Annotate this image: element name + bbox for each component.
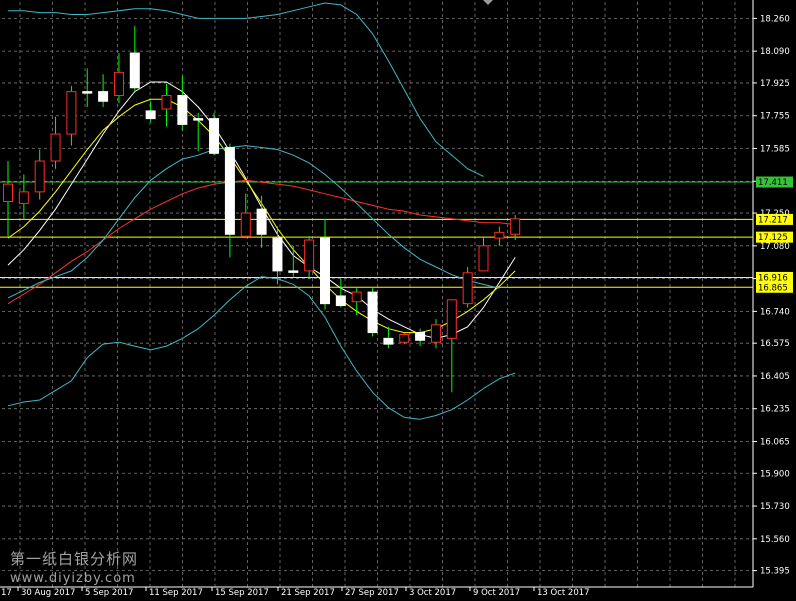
- candle-body: [272, 237, 283, 272]
- watermark: 第一纸白银分析网 www.diyizby.com: [10, 549, 138, 589]
- x-tick-label: 17: [1, 588, 12, 598]
- watermark-url: www.diyizby.com: [10, 571, 136, 586]
- candle: [367, 288, 378, 337]
- candle-body: [430, 324, 441, 343]
- candle-body: [446, 299, 457, 339]
- candle-body: [320, 237, 330, 305]
- candle-body: [66, 91, 77, 135]
- candle-body: [399, 333, 410, 343]
- candle-body: [494, 231, 505, 239]
- candle-body: [240, 212, 251, 237]
- price-tag-label: 17.125: [758, 233, 788, 243]
- y-tick-label: 18.090: [760, 47, 790, 57]
- candle-body: [415, 332, 426, 341]
- x-tick-label: 21 Sep 2017: [281, 588, 335, 598]
- candle-body: [224, 147, 235, 235]
- candle-body: [98, 91, 109, 102]
- candle-body: [113, 71, 124, 96]
- candle-body: [34, 160, 45, 193]
- candle: [209, 112, 220, 156]
- candle-body: [351, 291, 362, 303]
- candle-body: [510, 218, 521, 235]
- candle-body: [193, 118, 204, 121]
- candle-body: [145, 110, 156, 120]
- price-chart: 18.26018.09017.92517.75517.58517.41517.2…: [0, 0, 796, 601]
- y-tick-label: 18.260: [760, 14, 790, 24]
- y-tick-label: 15.560: [760, 535, 790, 545]
- candle-body: [256, 208, 267, 235]
- y-tick-label: 15.730: [760, 502, 790, 512]
- y-tick-label: 16.235: [760, 405, 790, 415]
- x-tick-label: 30 Aug 2017: [21, 588, 75, 598]
- x-tick-label: 5 Sep 2017: [85, 588, 133, 598]
- y-tick-label: 17.925: [760, 79, 790, 89]
- x-tick-label: 9 Oct 2017: [473, 588, 520, 598]
- candle-body: [161, 94, 172, 110]
- candle: [462, 267, 473, 308]
- y-tick-label: 17.755: [760, 112, 790, 122]
- y-tick-label: 16.405: [760, 372, 790, 382]
- y-tick-label: 15.900: [760, 469, 790, 479]
- candle: [399, 332, 410, 345]
- candle-body: [335, 295, 346, 307]
- candle-body: [82, 91, 93, 94]
- candle-body: [129, 52, 140, 89]
- x-tick-label: 15 Sep 2017: [215, 588, 269, 598]
- price-tag-label: 16.865: [758, 283, 788, 293]
- y-tick-label: 17.080: [760, 242, 790, 252]
- candle-body: [478, 245, 489, 272]
- watermark-title: 第一纸白银分析网: [10, 550, 139, 568]
- x-tick-label: 11 Sep 2017: [149, 588, 203, 598]
- price-tag-label: 17.411: [758, 178, 788, 188]
- candle-body: [209, 118, 220, 154]
- y-tick-label: 16.065: [760, 437, 790, 447]
- candle-body: [50, 133, 61, 162]
- x-tick-label: 13 Oct 2017: [537, 588, 590, 598]
- x-tick-label: 27 Sep 2017: [345, 588, 399, 598]
- price-tag-label: 17.217: [758, 215, 788, 225]
- candle-body: [367, 291, 378, 334]
- y-tick-label: 16.575: [760, 339, 790, 349]
- candle-body: [288, 270, 299, 273]
- candle-body: [304, 239, 315, 272]
- candle-body: [3, 183, 13, 202]
- x-tick-label: 3 Oct 2017: [409, 588, 456, 598]
- candle-body: [462, 272, 473, 305]
- y-tick-label: 16.740: [760, 307, 790, 317]
- candle-body: [383, 337, 394, 345]
- y-tick-label: 17.585: [760, 144, 790, 154]
- candle-body: [18, 191, 29, 204]
- y-tick-label: 15.395: [760, 567, 790, 577]
- candle-body: [177, 94, 188, 125]
